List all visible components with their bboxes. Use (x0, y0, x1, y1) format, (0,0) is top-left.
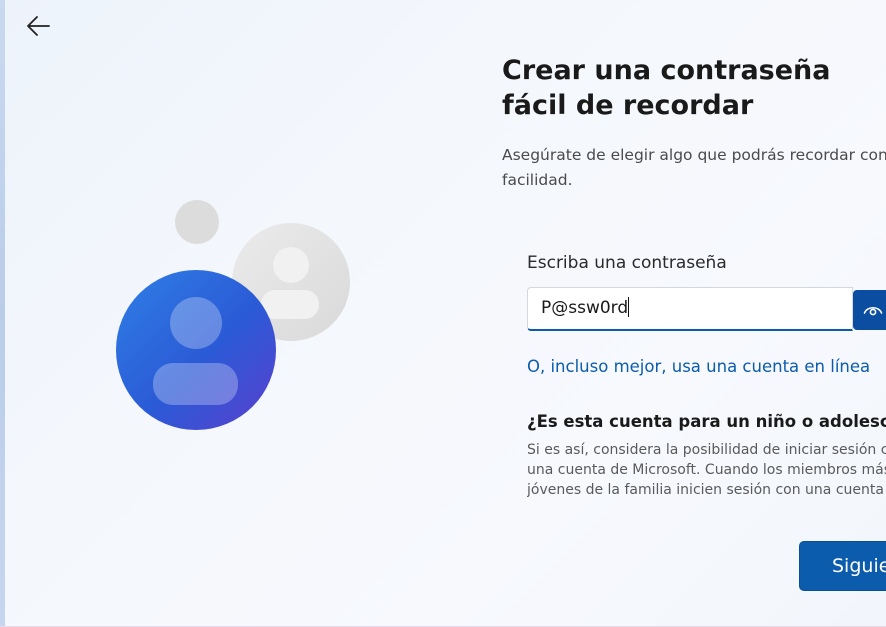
password-value: P@ssw0rd (541, 298, 629, 318)
subtitle-line: Asegúrate de elegir algo que podrás reco… (502, 146, 886, 164)
page-title: Crear una contraseña fácil de recordar (502, 55, 831, 121)
password-field[interactable]: P@ssw0rd (527, 287, 853, 331)
description-line: Si es así, considera la posibilidad de i… (527, 442, 886, 458)
password-label: Escriba una contraseña (527, 253, 727, 273)
small-avatar-dot (175, 200, 219, 244)
password-input[interactable]: P@ssw0rd (541, 297, 630, 318)
account-illustration (116, 200, 350, 430)
child-account-description: Si es así, considera la posibilidad de i… (527, 440, 886, 497)
description-line: una cuenta de Microsoft. Cuando los miem… (527, 462, 886, 478)
subtitle-line: facilidad. (502, 171, 573, 189)
description-line: jóvenes de la familia inicien sesión con… (527, 482, 886, 497)
oobe-window: Crear una contraseña fácil de recordar A… (0, 0, 886, 627)
text-caret (628, 297, 630, 317)
page-subtitle: Asegúrate de elegir algo que podrás reco… (502, 143, 886, 193)
arrow-left-icon (27, 16, 50, 36)
child-account-heading: ¿Es esta cuenta para un niño o adolescen… (527, 412, 886, 431)
back-button[interactable] (20, 8, 56, 44)
blue-avatar (116, 270, 276, 430)
online-account-link[interactable]: O, incluso mejor, usa una cuenta en líne… (527, 357, 870, 376)
next-button[interactable]: Siguiente (799, 541, 886, 591)
eye-icon (863, 306, 883, 316)
window-left-edge (0, 0, 5, 627)
reveal-password-button[interactable] (853, 290, 886, 330)
